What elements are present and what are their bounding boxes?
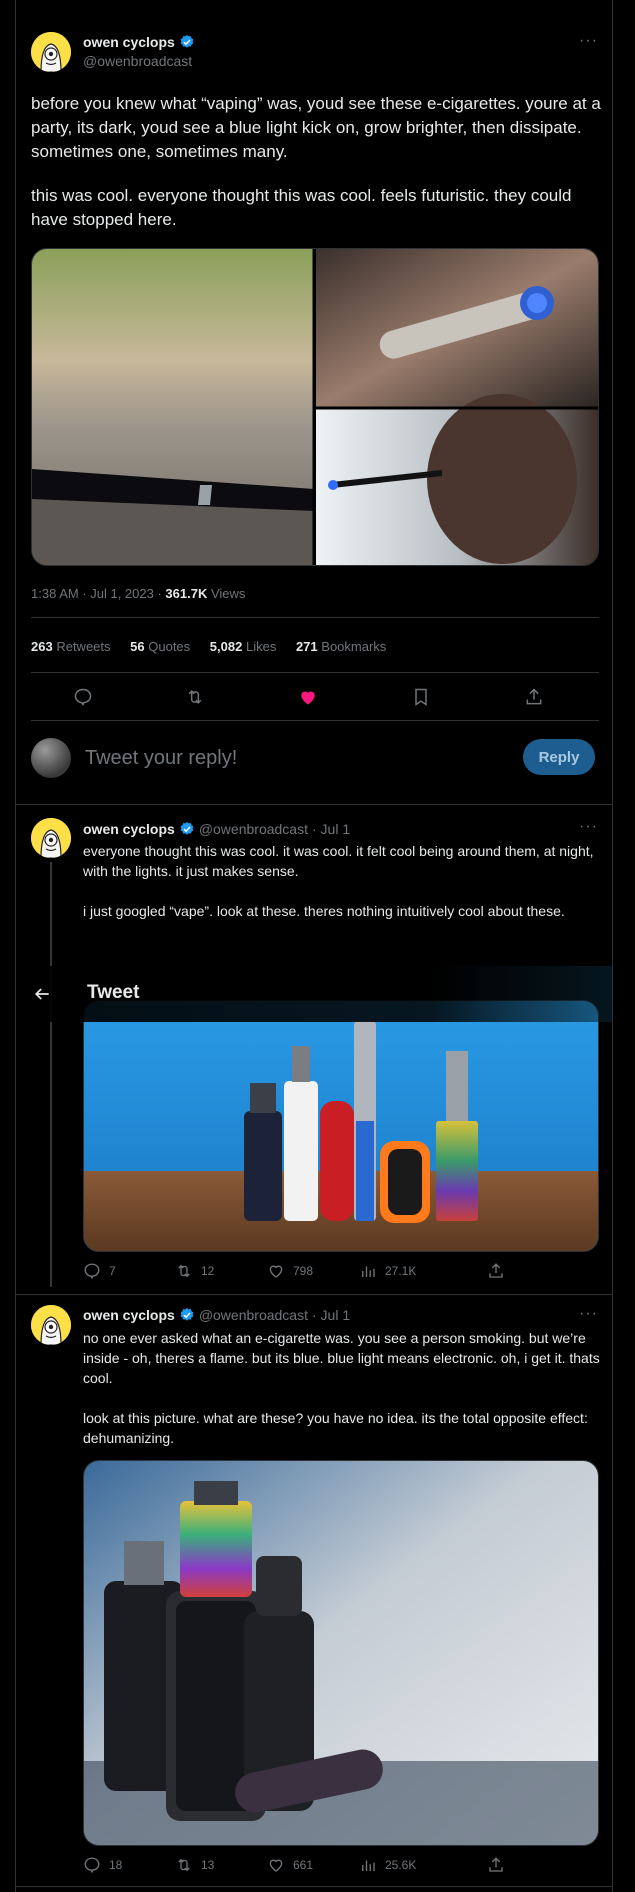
divider: [31, 617, 599, 618]
more-icon[interactable]: ···: [579, 1305, 598, 1323]
avatar[interactable]: [31, 32, 71, 72]
author-handle[interactable]: @owenbroadcast: [199, 821, 308, 837]
share-icon[interactable]: [487, 1856, 505, 1874]
author-name-row: owen cyclops @owenbroadcast · Jul 1: [83, 1307, 350, 1323]
views-action[interactable]: 27.1K: [359, 1262, 416, 1280]
vape-devices-photo: [84, 1001, 598, 1251]
tweet-text: before you knew what “vaping” was, youd …: [31, 92, 601, 232]
retweet-icon: [178, 1858, 190, 1872]
like-count: 661: [293, 1858, 314, 1872]
like-count: 798: [293, 1264, 314, 1278]
tweet-text-p1: everyone thought this was cool. it was c…: [83, 843, 594, 879]
verified-icon: [180, 822, 194, 835]
views-label: Views: [207, 586, 246, 601]
like-action[interactable]: 798: [267, 1262, 313, 1280]
divider: [16, 1886, 612, 1887]
more-icon[interactable]: ···: [579, 818, 598, 836]
author-handle[interactable]: @owenbroadcast: [83, 53, 192, 69]
retweet-icon[interactable]: [185, 687, 205, 707]
views-count: 27.1K: [385, 1264, 417, 1278]
author-name[interactable]: owen cyclops: [83, 821, 175, 837]
views-icon: [362, 1860, 375, 1871]
reply-count: 7: [109, 1264, 116, 1278]
tweet-timestamp: 1:38 AM · Jul 1, 2023 · 361.7K Views: [31, 586, 245, 601]
quotes-stat[interactable]: 56 Quotes: [130, 639, 190, 654]
tweet-media-grid[interactable]: [31, 248, 599, 566]
vape-devices-photo: [84, 1461, 598, 1845]
share-icon[interactable]: [487, 1262, 505, 1280]
author-name[interactable]: owen cyclops: [83, 1307, 175, 1323]
author-name-row: owen cyclops: [83, 34, 195, 50]
reply-icon: [84, 1857, 100, 1874]
back-arrow-icon[interactable]: [32, 984, 52, 1004]
tweet-date[interactable]: · Jul 1: [312, 1307, 350, 1323]
like-action[interactable]: 661: [267, 1856, 313, 1874]
author-handle[interactable]: @owenbroadcast: [199, 1307, 308, 1323]
avatar[interactable]: [31, 1305, 71, 1345]
verified-icon: [180, 1308, 194, 1321]
avatar[interactable]: [31, 818, 71, 858]
views-count: 361.7K: [165, 586, 208, 601]
reply-count: 18: [109, 1858, 123, 1872]
reply-input[interactable]: Tweet your reply!: [85, 747, 237, 770]
tweet-text-p1: before you knew what “vaping” was, youd …: [31, 94, 601, 161]
timeline-column: owen cyclops @owenbroadcast ··· before y…: [15, 0, 613, 1892]
cyclops-avatar-icon: [31, 1305, 71, 1345]
tweet-media[interactable]: [83, 1460, 599, 1846]
views-action[interactable]: 25.6K: [359, 1856, 416, 1874]
tweet-action-bar: [31, 684, 599, 710]
like-icon: [269, 1265, 283, 1278]
author-name[interactable]: owen cyclops: [83, 34, 175, 50]
cyclops-avatar-icon: [31, 32, 71, 72]
views-icon: [362, 1266, 375, 1277]
retweet-action[interactable]: 12: [175, 1262, 214, 1280]
author-name-row: owen cyclops @owenbroadcast · Jul 1: [83, 821, 350, 837]
tweet-text-p1: no one ever asked what an e-cigarette wa…: [83, 1330, 600, 1386]
bookmark-icon[interactable]: [411, 687, 431, 707]
cyclops-avatar-icon: [31, 818, 71, 858]
tweet-text-p2: look at this picture. what are these? yo…: [83, 1410, 588, 1446]
media-photos: [32, 249, 598, 565]
divider: [16, 1294, 612, 1295]
reply-button[interactable]: Reply: [523, 739, 595, 775]
reply-icon: [84, 1263, 100, 1280]
reply-action[interactable]: 18: [83, 1856, 122, 1874]
user-avatar[interactable]: [31, 738, 71, 778]
likes-stat[interactable]: 5,082 Likes: [210, 639, 277, 654]
verified-icon: [180, 35, 194, 48]
tweet-date[interactable]: · Jul 1: [312, 821, 350, 837]
retweet-action[interactable]: 13: [175, 1856, 214, 1874]
reply-action[interactable]: 7: [83, 1262, 116, 1280]
retweet-icon: [178, 1264, 190, 1278]
sticky-header: Tweet: [16, 966, 612, 1022]
bookmarks-stat[interactable]: 271 Bookmarks: [296, 639, 386, 654]
tweet-text: everyone thought this was cool. it was c…: [83, 841, 603, 921]
tweet-text: no one ever asked what an e-cigarette wa…: [83, 1328, 603, 1448]
timestamp-link[interactable]: 1:38 AM · Jul 1, 2023 ·: [31, 586, 165, 601]
thread-line: [50, 862, 52, 1287]
tweet-stats: 263 Retweets 56 Quotes 5,082 Likes 271 B…: [31, 639, 386, 654]
divider: [16, 804, 612, 805]
divider: [31, 720, 599, 721]
tweet-text-p2: i just googled “vape”. look at these. th…: [83, 903, 565, 919]
tweet-text-p2: this was cool. everyone thought this was…: [31, 186, 572, 229]
divider: [31, 672, 599, 673]
more-icon[interactable]: ···: [579, 32, 598, 50]
like-icon[interactable]: [298, 687, 318, 707]
reply-icon[interactable]: [73, 687, 93, 707]
retweet-count: 12: [201, 1264, 215, 1278]
share-icon[interactable]: [524, 687, 544, 707]
views-count: 25.6K: [385, 1858, 417, 1872]
retweets-stat[interactable]: 263 Retweets: [31, 639, 111, 654]
retweet-count: 13: [201, 1858, 215, 1872]
like-icon: [269, 1859, 283, 1872]
header-title: Tweet: [87, 982, 140, 1003]
tweet-media[interactable]: [83, 1000, 599, 1252]
